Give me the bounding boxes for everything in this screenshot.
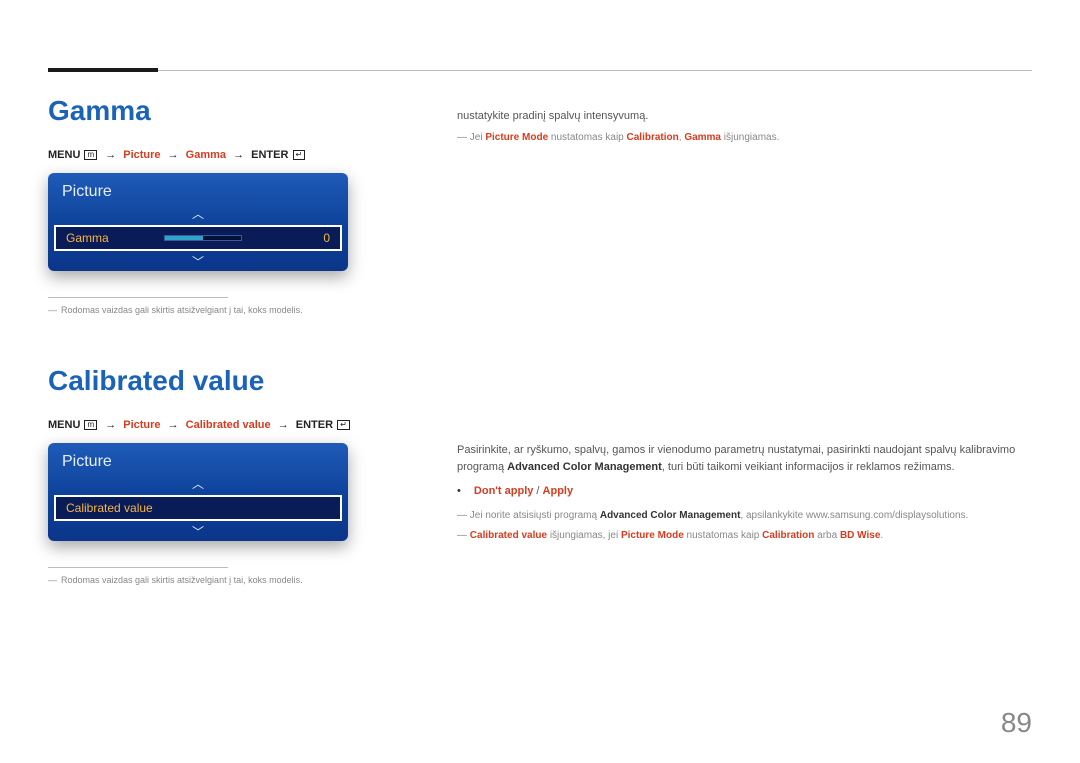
enter-icon: ↵ xyxy=(293,150,306,160)
dash-icon: ― xyxy=(457,510,467,521)
crumb-picture: Picture xyxy=(123,149,160,161)
chevron-up-icon[interactable]: ︿ xyxy=(48,205,348,223)
osd-row-value: 0 xyxy=(298,231,330,245)
osd-row-label: Gamma xyxy=(66,231,109,245)
arrow-icon: → xyxy=(101,419,120,431)
osd-row-label: Calibrated value xyxy=(66,501,330,515)
calibrated-disabled-note: ― Calibrated value išjungiamas, jei Pict… xyxy=(457,528,1037,544)
section-calibrated-value: Calibrated value MENU m → Picture → Cali… xyxy=(48,365,398,587)
page-number: 89 xyxy=(1001,707,1032,739)
slider-fill xyxy=(165,236,203,240)
enter-icon: ↵ xyxy=(337,420,350,430)
crumb-menu: MENU xyxy=(48,419,80,431)
arrow-icon: → xyxy=(164,419,183,431)
gamma-note: ― Jei Picture Mode nustatomas kaip Calib… xyxy=(457,130,1037,146)
dash-icon: ― xyxy=(48,575,61,585)
menu-icon: m xyxy=(84,420,97,430)
chevron-down-icon[interactable]: ﹀ xyxy=(48,523,348,541)
image-vary-note: ―Rodomas vaizdas gali skirtis atsižvelgi… xyxy=(48,304,398,317)
osd-panel-calibrated: Picture ︿ Calibrated value ﹀ xyxy=(48,443,348,541)
dash-icon: ― xyxy=(48,305,61,315)
divider xyxy=(48,567,228,568)
breadcrumb-gamma: MENU m → Picture → Gamma → ENTER ↵ xyxy=(48,149,398,161)
crumb-gamma: Gamma xyxy=(186,149,226,161)
chevron-down-icon[interactable]: ﹀ xyxy=(48,253,348,271)
crumb-enter: ENTER xyxy=(296,419,333,431)
crumb-picture: Picture xyxy=(123,419,160,431)
dash-icon: ― xyxy=(457,132,467,143)
header-rule xyxy=(48,70,1032,71)
section-title-gamma: Gamma xyxy=(48,95,398,127)
osd-slider[interactable] xyxy=(109,235,298,241)
section-gamma: Gamma MENU m → Picture → Gamma → ENTER ↵… xyxy=(48,95,398,317)
crumb-enter: ENTER xyxy=(251,149,288,161)
divider xyxy=(48,297,228,298)
arrow-icon: → xyxy=(274,419,293,431)
osd-row-calibrated[interactable]: Calibrated value xyxy=(54,495,342,521)
menu-icon: m xyxy=(84,150,97,160)
header-rule-accent xyxy=(48,68,158,72)
breadcrumb-calibrated: MENU m → Picture → Calibrated value → EN… xyxy=(48,419,398,431)
arrow-icon: → xyxy=(101,149,120,161)
osd-panel-title: Picture xyxy=(48,173,348,205)
chevron-up-icon[interactable]: ︿ xyxy=(48,475,348,493)
arrow-icon: → xyxy=(164,149,183,161)
section-title-calibrated: Calibrated value xyxy=(48,365,398,397)
bullet-apply-options: Don't apply / Apply xyxy=(457,483,1037,501)
gamma-description: nustatykite pradinį spalvų intensyvumą. xyxy=(457,108,1037,126)
osd-panel-gamma: Picture ︿ Gamma 0 ﹀ xyxy=(48,173,348,271)
arrow-icon: → xyxy=(229,149,248,161)
crumb-menu: MENU xyxy=(48,149,80,161)
osd-panel-title: Picture xyxy=(48,443,348,475)
calibrated-text-block: Pasirinkite, ar ryškumo, spalvų, gamos i… xyxy=(457,442,1037,545)
calibrated-paragraph: Pasirinkite, ar ryškumo, spalvų, gamos i… xyxy=(457,442,1037,477)
dash-icon: ― xyxy=(457,530,467,541)
crumb-calibrated: Calibrated value xyxy=(186,419,271,431)
osd-row-gamma[interactable]: Gamma 0 xyxy=(54,225,342,251)
image-vary-note: ―Rodomas vaizdas gali skirtis atsižvelgi… xyxy=(48,574,398,587)
calibrated-download-note: ― Jei norite atsisiųsti programą Advance… xyxy=(457,508,1037,524)
slider-track xyxy=(164,235,242,241)
